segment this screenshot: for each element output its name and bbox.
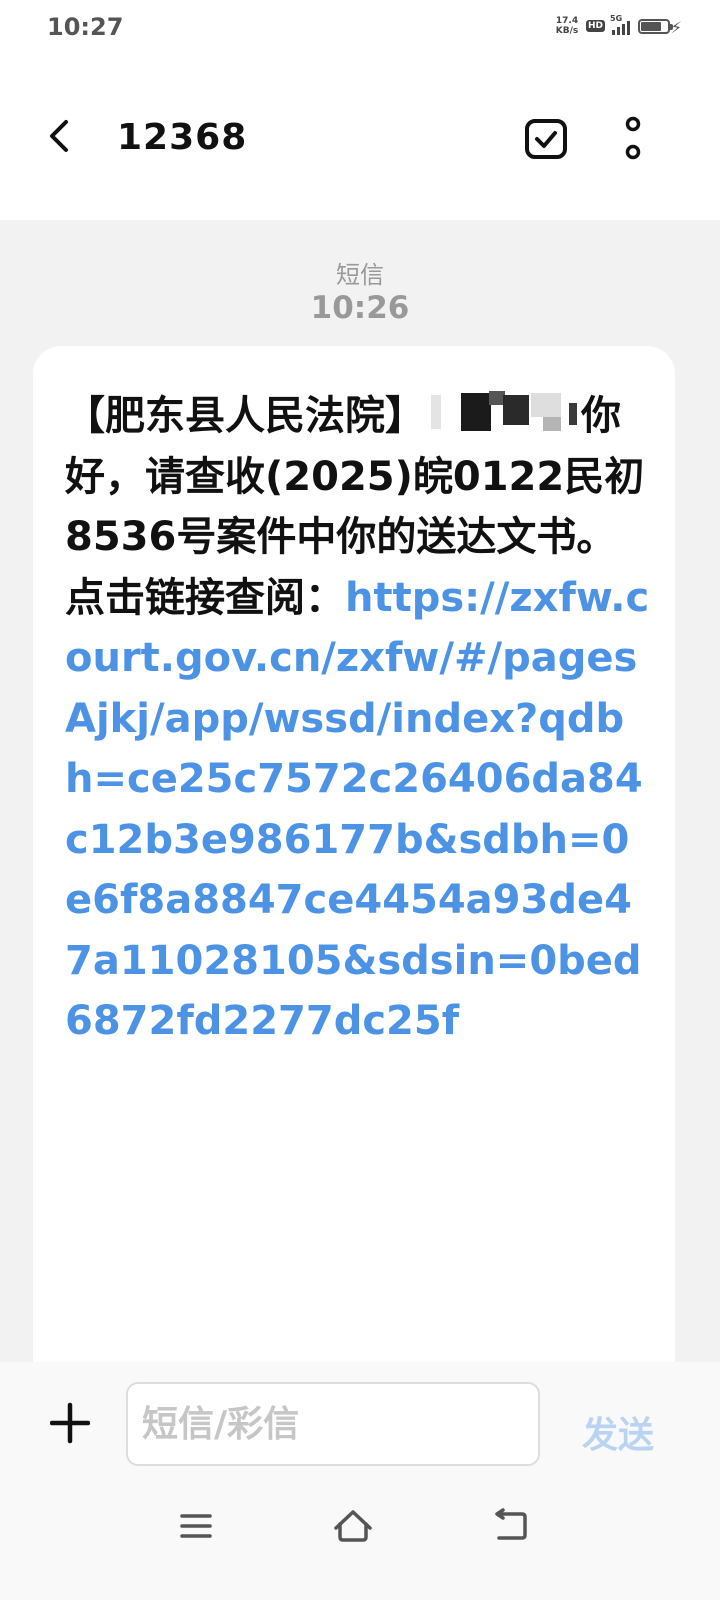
signal-icon: 5G <box>610 14 630 35</box>
message-timestamp: 10:26 <box>310 290 410 326</box>
network-speed-value: 17.4 <box>555 16 579 26</box>
select-button[interactable] <box>524 118 568 160</box>
message-text: 【肥东县人民法院】 你好，请查收(2025)皖0122民初8536号案件中你的送达… <box>65 386 651 1052</box>
message-list[interactable]: 短信 10:26 【肥东县人民法院】 你好，请查收(2025)皖0122民初853… <box>0 220 720 1370</box>
charging-icon: ⚡ <box>670 18 682 37</box>
redacted-name <box>431 391 581 435</box>
plus-icon <box>49 1402 91 1444</box>
message-bubble[interactable]: 【肥东县人民法院】 你好，请查收(2025)皖0122民初8536号案件中你的送达… <box>33 346 675 1370</box>
battery-icon <box>638 18 673 34</box>
message-input[interactable] <box>126 1382 540 1466</box>
conversation-header: 12368 <box>0 56 720 220</box>
checkbox-select-icon <box>525 119 567 159</box>
status-time: 10:27 <box>47 13 124 41</box>
home-icon <box>334 1510 372 1542</box>
status-bar: 10:27 17.4 KB/s HD 5G ⚡ <box>0 0 720 56</box>
back-nav-icon <box>495 1508 527 1540</box>
more-vertical-icon <box>625 116 641 160</box>
signal-label: 5G <box>610 14 623 23</box>
attach-button[interactable] <box>49 1402 91 1444</box>
message-sender-tag: 【肥东县人民法院】 <box>65 393 425 439</box>
back-arrow-icon <box>50 120 68 152</box>
status-indicators: 17.4 KB/s HD 5G <box>553 14 673 36</box>
network-speed-unit: KB/s <box>555 26 579 36</box>
back-nav-button[interactable] <box>487 1506 533 1546</box>
network-speed: 17.4 KB/s <box>553 16 581 36</box>
contact-title: 12368 <box>117 117 248 158</box>
send-button[interactable]: 发送 <box>582 1406 654 1458</box>
compose-bar: 发送 <box>0 1362 720 1490</box>
message-link[interactable]: https://zxfw.court.gov.cn/zxfw/#/pagesAj… <box>65 575 649 1045</box>
home-button[interactable] <box>330 1506 376 1546</box>
message-type-label: 短信 <box>336 261 384 289</box>
hd-icon: HD <box>585 20 605 32</box>
recents-button[interactable] <box>173 1506 219 1546</box>
back-button[interactable] <box>40 116 80 156</box>
menu-icon <box>180 1514 212 1538</box>
more-options-button[interactable] <box>618 116 648 162</box>
system-nav-bar <box>0 1490 720 1600</box>
